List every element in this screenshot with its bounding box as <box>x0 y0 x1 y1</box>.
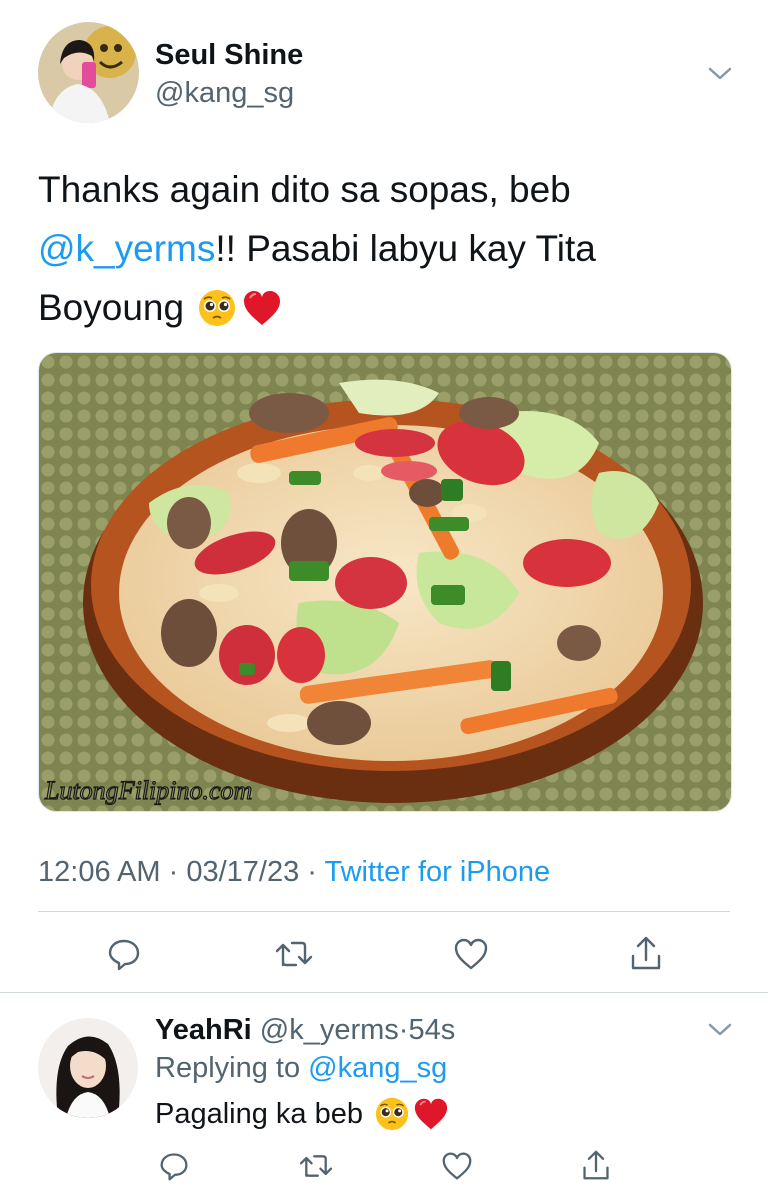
red-heart-icon <box>242 289 282 327</box>
reply-icon[interactable] <box>104 934 144 974</box>
reply-reply-icon[interactable] <box>156 1148 192 1184</box>
tweet-image[interactable]: LutongFilipino.com <box>38 352 732 812</box>
reply-author-display-name[interactable]: YeahRi <box>155 1014 252 1046</box>
tweet-text: Thanks again dito sa sopas, beb @k_yerms… <box>38 160 738 337</box>
tweet-text-line3-label: Boyoung <box>38 287 185 328</box>
red-heart-icon <box>413 1097 449 1131</box>
reply-retweet-icon[interactable] <box>296 1148 336 1184</box>
replying-to-label: Replying to <box>155 1052 301 1084</box>
meta-separator: · <box>307 856 317 888</box>
reply-chevron-down-icon[interactable] <box>704 1014 736 1046</box>
section-divider <box>0 992 768 993</box>
soup-bowl-photo: LutongFilipino.com <box>39 353 731 811</box>
replying-to: Replying to @kang_sg <box>155 1050 447 1086</box>
tweet-time: 12:06 AM <box>38 856 161 888</box>
pleading-face-icon <box>375 1097 409 1131</box>
pleading-face-icon <box>198 289 236 327</box>
reply-author-handle[interactable]: @k_yerms <box>260 1014 399 1046</box>
chevron-down-icon[interactable] <box>704 58 736 90</box>
retweet-icon[interactable] <box>272 934 316 974</box>
tweet-text-line1: Thanks again dito sa sopas, beb <box>38 169 571 210</box>
tweet-meta: 12:06 AM · 03/17/23 · Twitter for iPhone <box>38 854 550 890</box>
mention-link[interactable]: @k_yerms <box>38 228 215 269</box>
author-display-name[interactable]: Seul Shine <box>155 38 303 72</box>
reply-header: YeahRi @k_yerms·54s <box>155 1012 455 1048</box>
reply-text: Pagaling ka beb <box>155 1094 449 1134</box>
tweet-text-line3: Boyoung <box>38 278 738 337</box>
like-icon[interactable] <box>450 934 492 974</box>
tweet-text-after-mention: !! Pasabi labyu kay Tita <box>215 228 596 269</box>
reply-like-icon[interactable] <box>438 1148 476 1184</box>
tweet-source-link[interactable]: Twitter for iPhone <box>325 856 551 888</box>
meta-separator: · <box>168 856 179 888</box>
reply-share-icon[interactable] <box>578 1146 614 1184</box>
share-icon[interactable] <box>626 932 666 974</box>
replying-to-handle[interactable]: @kang_sg <box>308 1052 447 1084</box>
tweet-text-line2: @k_yerms!! Pasabi labyu kay Tita <box>38 219 738 278</box>
reply-time: 54s <box>408 1014 456 1046</box>
author-handle[interactable]: @kang_sg <box>155 76 294 110</box>
tweet-date: 03/17/23 <box>186 856 300 888</box>
divider <box>38 911 730 912</box>
reply-text-label: Pagaling ka beb <box>155 1098 363 1130</box>
image-watermark: LutongFilipino.com <box>44 776 252 805</box>
reply-author-avatar[interactable] <box>38 1018 138 1118</box>
author-avatar[interactable] <box>38 22 139 123</box>
